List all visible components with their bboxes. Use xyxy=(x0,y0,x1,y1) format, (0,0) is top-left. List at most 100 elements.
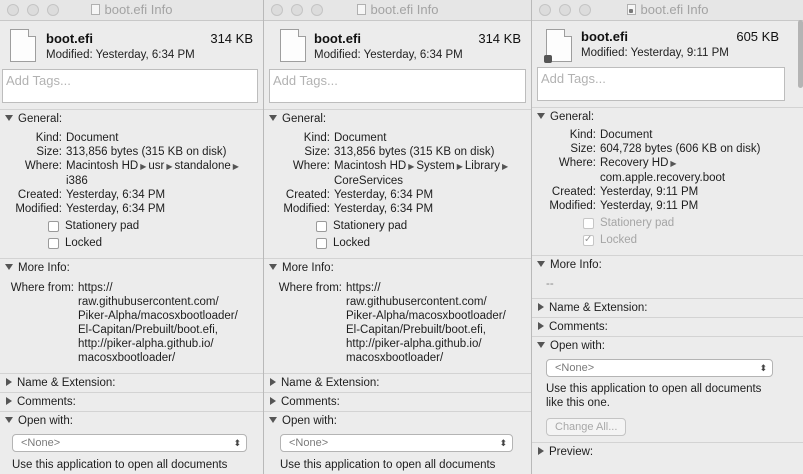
close-button[interactable] xyxy=(271,4,283,16)
comments-section: Comments: xyxy=(0,392,263,411)
name-extension-header[interactable]: Name & Extension: xyxy=(532,299,803,317)
general-header[interactable]: General: xyxy=(532,108,803,126)
disclosure-open-icon xyxy=(5,115,13,121)
window-title: boot.efi Info xyxy=(104,2,173,17)
locked-checkbox[interactable]: Locked xyxy=(268,236,531,250)
kind-value: Document xyxy=(600,129,653,141)
general-header[interactable]: General: xyxy=(264,110,531,128)
zoom-button[interactable] xyxy=(47,4,59,16)
open-with-header[interactable]: Open with: xyxy=(0,412,263,430)
open-with-select[interactable]: <None> ⬍ xyxy=(280,434,513,452)
more-info-header[interactable]: More Info: xyxy=(532,256,803,274)
use-app-text: Use this application to open all documen… xyxy=(12,459,228,471)
modified-value: Yesterday, 6:34 PM xyxy=(66,203,166,215)
comments-header[interactable]: Comments: xyxy=(0,393,263,411)
created-label: Created: xyxy=(551,186,596,198)
where-label: Where: xyxy=(558,157,596,169)
tags-field[interactable]: Add Tags... xyxy=(537,67,785,101)
tags-field[interactable]: Add Tags... xyxy=(269,69,526,103)
modified-label: Modified: xyxy=(15,203,62,215)
where-from-value: https:// raw.githubusercontent.com/ Pike… xyxy=(78,282,238,364)
where-path: Recovery HD ▶ com.apple.recovery.boot xyxy=(600,157,726,184)
use-app-text: Use this application to open all documen… xyxy=(280,459,496,471)
file-name: boot.efi xyxy=(581,29,628,44)
locked-checkbox[interactable]: Locked xyxy=(532,233,803,247)
modified-value: Yesterday, 6:34 PM xyxy=(334,203,434,215)
select-arrows-icon: ⬍ xyxy=(759,363,767,373)
more-info-header[interactable]: More Info: xyxy=(0,259,263,277)
preview-header[interactable]: Preview: xyxy=(532,443,803,461)
preview-section: Preview: xyxy=(532,442,803,461)
stationery-checkbox[interactable]: Stationery pad xyxy=(0,219,263,233)
name-extension-header[interactable]: Name & Extension: xyxy=(0,374,263,392)
kind-label: Kind: xyxy=(303,132,330,144)
open-with-select[interactable]: <None> ⬍ xyxy=(12,434,247,452)
file-name: boot.efi xyxy=(46,31,93,46)
more-info-empty: -- xyxy=(546,278,554,290)
name-extension-section: Name & Extension: xyxy=(532,298,803,317)
disclosure-closed-icon xyxy=(6,378,12,386)
comments-section: Comments: xyxy=(264,392,531,411)
open-with-header[interactable]: Open with: xyxy=(264,412,531,430)
open-with-section: Open with: <None> ⬍ Use this application … xyxy=(532,336,803,436)
open-with-select[interactable]: <None> ⬍ xyxy=(546,359,773,377)
close-button[interactable] xyxy=(7,4,19,16)
stationery-checkbox[interactable]: Stationery pad xyxy=(268,219,531,233)
comments-header[interactable]: Comments: xyxy=(264,393,531,411)
path-arrow-icon: ▶ xyxy=(232,162,239,171)
created-value: Yesterday, 9:11 PM xyxy=(600,186,699,198)
minimize-button[interactable] xyxy=(291,4,303,16)
close-button[interactable] xyxy=(539,4,551,16)
file-size: 605 KB xyxy=(736,29,779,44)
more-info-section: More Info: -- xyxy=(532,255,803,298)
modified-line: Modified: Yesterday, 9:11 PM xyxy=(581,47,729,59)
open-with-section: Open with: <None> ⬍ Use this application … xyxy=(0,411,263,472)
created-label: Created: xyxy=(285,189,330,201)
use-app-text: Use this application to open all documen… xyxy=(546,383,762,409)
document-icon xyxy=(356,4,366,15)
scrollbar-thumb[interactable] xyxy=(798,20,803,88)
open-with-header[interactable]: Open with: xyxy=(532,337,803,355)
stationery-checkbox[interactable]: Stationery pad xyxy=(532,216,803,230)
title-bar[interactable]: boot.efi Info xyxy=(0,0,263,21)
locked-checkbox[interactable]: Locked xyxy=(0,236,263,250)
select-arrows-icon: ⬍ xyxy=(233,438,241,448)
file-size: 314 KB xyxy=(210,31,253,46)
name-extension-header[interactable]: Name & Extension: xyxy=(264,374,531,392)
disclosure-closed-icon xyxy=(538,447,544,455)
change-all-button[interactable]: Change All... xyxy=(546,418,627,436)
path-arrow-icon: ▶ xyxy=(456,162,463,171)
disclosure-open-icon xyxy=(269,264,277,270)
tags-field[interactable]: Add Tags... xyxy=(2,69,258,103)
created-value: Yesterday, 6:34 PM xyxy=(66,189,166,201)
path-arrow-icon: ▶ xyxy=(140,162,147,171)
document-icon xyxy=(90,4,100,15)
file-size: 314 KB xyxy=(478,31,521,46)
where-label: Where: xyxy=(24,160,62,172)
minimize-button[interactable] xyxy=(559,4,571,16)
disclosure-closed-icon xyxy=(538,303,544,311)
minimize-button[interactable] xyxy=(27,4,39,16)
file-header: boot.efi 314 KB Modified: Yesterday, 6:3… xyxy=(264,21,531,69)
size-label: Size: xyxy=(304,146,330,158)
where-path: Macintosh HD ▶ usr ▶ standalone ▶ i386 xyxy=(66,160,239,187)
disclosure-closed-icon xyxy=(538,322,544,330)
comments-header[interactable]: Comments: xyxy=(532,318,803,336)
disclosure-open-icon xyxy=(5,417,13,423)
zoom-button[interactable] xyxy=(311,4,323,16)
modified-label: Modified: xyxy=(283,203,330,215)
window-title: boot.efi Info xyxy=(370,2,439,17)
disclosure-closed-icon xyxy=(6,397,12,405)
where-label: Where: xyxy=(292,160,330,172)
file-header: boot.efi 605 KB Modified: Yesterday, 9:1… xyxy=(532,21,803,67)
disclosure-open-icon xyxy=(5,264,13,270)
zoom-button[interactable] xyxy=(579,4,591,16)
title-bar[interactable]: boot.efi Info xyxy=(532,0,803,21)
title-bar[interactable]: boot.efi Info xyxy=(264,0,531,21)
where-from-label: Where from: xyxy=(10,282,74,294)
more-info-header[interactable]: More Info: xyxy=(264,259,531,277)
general-header[interactable]: General: xyxy=(0,110,263,128)
modified-value: Yesterday, 9:11 PM xyxy=(600,200,699,212)
size-value: 313,856 bytes (315 KB on disk) xyxy=(334,146,495,158)
kind-value: Document xyxy=(66,132,119,144)
